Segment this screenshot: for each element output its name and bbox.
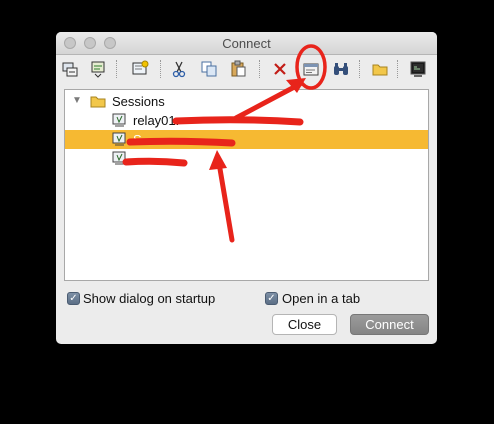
redaction-stroke bbox=[126, 137, 236, 147]
redaction-stroke bbox=[172, 116, 304, 126]
annotation-overlay bbox=[122, 44, 327, 243]
arrow-line bbox=[216, 160, 235, 243]
redaction-stroke bbox=[122, 157, 188, 167]
arrow-line bbox=[233, 81, 303, 121]
arrow-head bbox=[209, 150, 227, 170]
